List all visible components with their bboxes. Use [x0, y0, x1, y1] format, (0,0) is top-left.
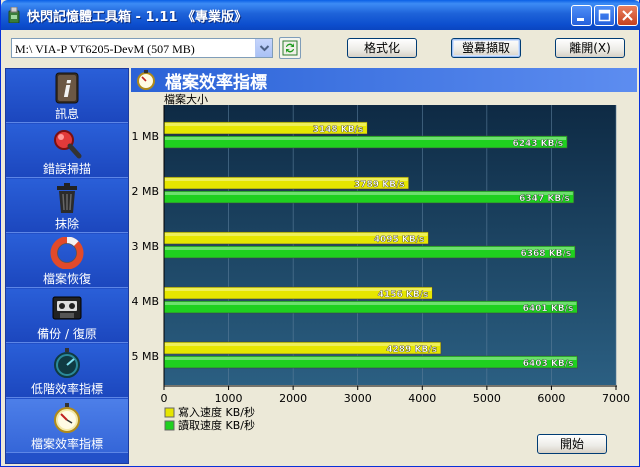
bar-highlight: [165, 247, 575, 250]
sidebar-item-label: 檔案效率指標: [30, 437, 103, 451]
sidebar-item-error-scan[interactable]: 錯誤掃描: [6, 124, 128, 178]
x-tick-label: 6000: [537, 392, 565, 405]
legend-label-read: 讀取速度 KB/秒: [178, 418, 255, 432]
sidebar-item-label: 抹除: [54, 217, 79, 231]
legend-swatch-write: [164, 407, 175, 418]
title-bar[interactable]: 快閃記憶體工具箱 - 1.11 《專業版》: [1, 0, 640, 30]
format-button[interactable]: 格式化: [347, 38, 417, 58]
bar-value-label: 6243 KB/s: [512, 139, 563, 149]
category-label: 4 MB: [131, 295, 159, 308]
sidebar: i 訊息 錯誤掃描 抹除 檔案恢復 備份 / 復原 低階效率指標 檔案效率指標: [5, 68, 129, 464]
device-select[interactable]: M:\ VIA-P VT6205-DevM (507 MB): [11, 38, 273, 58]
sidebar-item-low-level-benchmark[interactable]: 低階效率指標: [6, 344, 128, 398]
x-tick-label: 2000: [279, 392, 307, 405]
bar-value-label: 6401 KB/s: [523, 304, 574, 314]
minimize-button[interactable]: [571, 5, 592, 26]
sidebar-item-file-recovery[interactable]: 檔案恢復: [6, 234, 128, 288]
category-label: 5 MB: [131, 350, 159, 363]
sidebar-item-backup-restore[interactable]: 備份 / 復原: [6, 289, 128, 343]
benchmark-chart: 1 MB 3148 KB/s 6243 KB/s 2 MB 3789 KB/s 6347 …: [131, 92, 630, 432]
bar-value-label: 4289 KB/s: [386, 345, 437, 355]
sidebar-item-erase[interactable]: 抹除: [6, 179, 128, 233]
category-label: 3 MB: [131, 240, 159, 253]
x-tick-label: 1000: [215, 392, 243, 405]
bar-value-label: 4156 KB/s: [378, 290, 429, 300]
bar-highlight: [165, 357, 577, 360]
sidebar-item-label: 錯誤掃描: [42, 162, 91, 176]
bar-highlight: [165, 192, 573, 195]
minimize-icon: [577, 18, 584, 21]
cassette-icon: [52, 296, 82, 320]
sidebar-item-label: 訊息: [54, 107, 79, 121]
app-window: 快閃記憶體工具箱 - 1.11 《專業版》 M:\ VIA-P VT6205-D…: [0, 0, 640, 467]
category-label: 1 MB: [131, 130, 159, 143]
toolbar: M:\ VIA-P VT6205-DevM (507 MB) 格式化 螢幕擷取 …: [1, 30, 639, 66]
bar-value-label: 6368 KB/s: [521, 249, 572, 259]
lifebuoy-icon: [50, 237, 84, 269]
bar-value-label: 6403 KB/s: [523, 359, 574, 369]
window-title: 快閃記憶體工具箱 - 1.11 《專業版》: [27, 10, 248, 25]
bar-value-label: 3789 KB/s: [354, 180, 405, 190]
sidebar-item-label: 備份 / 復原: [37, 327, 97, 341]
flash-drive-icon: [8, 7, 20, 23]
sidebar-item-file-benchmark[interactable]: 檔案效率指標: [6, 399, 128, 453]
device-select-value: M:\ VIA-P VT6205-DevM (507 MB): [15, 42, 195, 56]
sidebar-item-label: 檔案恢復: [42, 272, 91, 286]
y-axis-label: 檔案大小: [164, 92, 208, 106]
maximize-button[interactable]: [594, 5, 615, 26]
legend-swatch-read: [164, 420, 175, 431]
start-button[interactable]: 開始: [537, 434, 607, 454]
stopwatch-icon: [54, 348, 80, 378]
benchmark-panel: 檔案效率指標 1 MB 3148 KB/s 6243 KB/s 2 MB 3789 KB…: [131, 68, 637, 464]
select-dropdown-button[interactable]: [255, 39, 272, 57]
x-tick-label: 3000: [344, 392, 372, 405]
screenshot-button[interactable]: 螢幕擷取: [451, 38, 521, 58]
refresh-button[interactable]: [279, 37, 301, 59]
bar-value-label: 6347 KB/s: [519, 194, 570, 204]
sidebar-item-info[interactable]: i 訊息: [6, 69, 128, 123]
exit-button[interactable]: 離開(X): [555, 38, 625, 58]
x-tick-label: 5000: [473, 392, 501, 405]
x-tick-label: 4000: [408, 392, 436, 405]
close-icon: [622, 10, 633, 21]
chart-legend: 寫入速度 KB/秒 讀取速度 KB/秒: [164, 405, 255, 432]
trash-icon: [57, 183, 77, 213]
refresh-icon: [282, 40, 298, 56]
x-tick-label: 7000: [602, 392, 630, 405]
bar-value-label: 3148 KB/s: [313, 125, 364, 135]
category-label: 2 MB: [131, 185, 159, 198]
svg-text:i: i: [63, 78, 71, 103]
bar-highlight: [165, 302, 577, 305]
legend-label-write: 寫入速度 KB/秒: [178, 405, 255, 419]
stopwatch-icon: [54, 403, 80, 433]
magnifier-icon: [54, 130, 82, 159]
close-button[interactable]: [617, 5, 638, 26]
bar-value-label: 4095 KB/s: [374, 235, 425, 245]
bar-highlight: [165, 137, 567, 140]
maximize-icon: [598, 9, 611, 22]
x-tick-label: 0: [161, 392, 168, 405]
info-icon: i: [55, 72, 79, 104]
sidebar-item-label: 低階效率指標: [30, 382, 103, 396]
chevron-down-icon: [259, 45, 270, 52]
